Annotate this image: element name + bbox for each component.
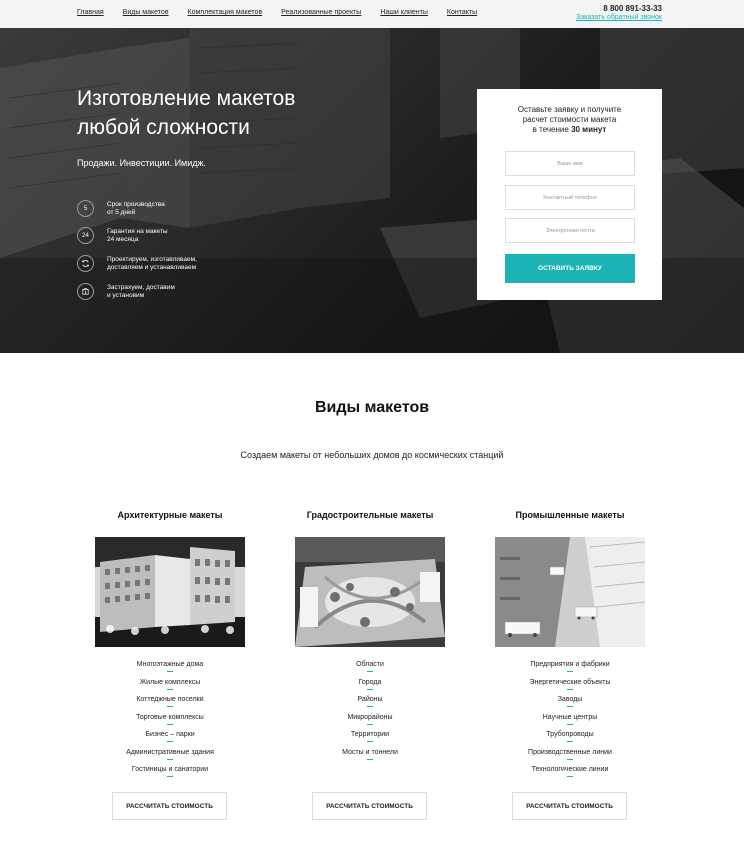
feature-text: Гарантия на макеты <box>107 227 168 235</box>
feature-text: Застрахуем, доставим <box>107 283 175 291</box>
hero-title-line2: любой сложности <box>77 116 250 139</box>
category-title: Промышленные макеты <box>515 510 625 520</box>
list-item[interactable]: Города <box>295 679 445 697</box>
form-title-line: Оставьте заявку и получите <box>517 105 622 114</box>
feature-text: и установим <box>107 291 145 299</box>
package-icon <box>77 283 94 300</box>
hero-title-line1: Изготовление макетов <box>77 87 296 110</box>
nav-link-types[interactable]: Виды макетов <box>123 9 169 16</box>
calculate-price-button[interactable]: РАССЧИТАТЬ СТОИМОСТЬ <box>512 792 627 820</box>
nav-link-contacts[interactable]: Контакты <box>447 9 477 16</box>
section-title: Виды макетов <box>314 399 430 416</box>
phone-number[interactable]: 8 800 891-33-33 <box>576 4 662 13</box>
top-bar: Главная Виды макетов Комплектация макето… <box>0 0 744 28</box>
list-item[interactable]: Гостиницы и санатории <box>95 766 245 784</box>
feature-text: доставляем и устанавливаем <box>107 263 197 271</box>
list-item[interactable]: Энергетические объекты <box>495 679 645 697</box>
lead-form: Оставьте заявку и получите расчет стоимо… <box>477 89 662 300</box>
months-badge: 24 <box>77 227 94 244</box>
list-item[interactable]: Технологические линии <box>495 766 645 784</box>
main-nav: Главная Виды макетов Комплектация макето… <box>77 9 496 16</box>
list-item[interactable]: Трубопроводы <box>495 731 645 749</box>
list-item[interactable]: Области <box>295 661 445 679</box>
list-item[interactable]: Микрорайоны <box>295 714 445 732</box>
name-input[interactable]: Ваше имя <box>505 151 635 176</box>
feature-text: от 5 дней <box>107 208 136 216</box>
section-subtitle: Создаем макеты от небольших домов до кос… <box>240 450 504 460</box>
urban-list: Области Города Районы Микрорайоны Террит… <box>295 661 445 766</box>
form-title: Оставьте заявку и получите расчет стоимо… <box>477 105 662 135</box>
list-item[interactable]: Мосты и тоннели <box>295 749 445 767</box>
list-item[interactable]: Жилые комплексы <box>95 679 245 697</box>
form-title-line: в течение <box>532 125 572 134</box>
list-item[interactable]: Производственные линии <box>495 749 645 767</box>
callback-link[interactable]: Заказать обратный звонок <box>576 14 662 21</box>
category-title: Градостроительные макеты <box>306 510 434 520</box>
form-title-highlight: 30 минут <box>571 125 607 134</box>
submit-button[interactable]: ОСТАВИТЬ ЗАЯВКУ <box>505 254 635 283</box>
list-item[interactable]: Административные здания <box>95 749 245 767</box>
refresh-icon <box>77 255 94 272</box>
nav-link-clients[interactable]: Наши клиенты <box>380 9 428 16</box>
category-architectural: Архитектурные макеты Многоэтажные дома Ж <box>95 510 245 820</box>
urban-model-image <box>295 537 445 647</box>
header-contact: 8 800 891-33-33 Заказать обратный звонок <box>576 4 662 21</box>
feature-text: Срок производства <box>107 200 165 208</box>
list-item[interactable]: Бизнес – парки <box>95 731 245 749</box>
feature-warranty: 24 Гарантия на макеты 24 месяца <box>77 227 227 244</box>
email-input[interactable]: Электронная почта <box>505 218 635 243</box>
list-item[interactable]: Территории <box>295 731 445 749</box>
form-title-line: расчет стоимости макета <box>522 115 617 124</box>
list-item[interactable]: Многоэтажные дома <box>95 661 245 679</box>
days-badge: 5 <box>77 200 94 217</box>
architectural-list: Многоэтажные дома Жилые комплексы Коттед… <box>95 661 245 784</box>
feature-full-cycle: Проектируем, изготавливаем, доставляем и… <box>77 255 227 272</box>
nav-link-home[interactable]: Главная <box>77 9 104 16</box>
hero-tagline: Продажи. Инвестиции. Имидж. <box>77 158 207 168</box>
feature-insurance: Застрахуем, доставим и установим <box>77 283 227 300</box>
nav-link-equipment[interactable]: Комплектация макетов <box>188 9 263 16</box>
list-item[interactable]: Научные центры <box>495 714 645 732</box>
list-item[interactable]: Торговые комплексы <box>95 714 245 732</box>
calculate-price-button[interactable]: РАССЧИТАТЬ СТОИМОСТЬ <box>312 792 427 820</box>
calculate-price-button[interactable]: РАССЧИТАТЬ СТОИМОСТЬ <box>112 792 227 820</box>
industrial-model-image <box>495 537 645 647</box>
list-item[interactable]: Коттеджные поселки <box>95 696 245 714</box>
list-item[interactable]: Предприятия и фабрики <box>495 661 645 679</box>
category-industrial: Промышленные макеты Предприятия и фабрик… <box>495 510 645 820</box>
category-title: Архитектурные макеты <box>117 510 223 520</box>
feature-text: Проектируем, изготавливаем, <box>107 255 197 263</box>
feature-production-time: 5 Срок производства от 5 дней <box>77 200 227 217</box>
phone-input[interactable]: Контактный телефон <box>505 185 635 210</box>
hero-title: Изготовление макетов любой сложности <box>77 84 377 142</box>
architectural-model-image <box>95 537 245 647</box>
nav-link-projects[interactable]: Реализованные проекты <box>281 9 361 16</box>
feature-text: 24 месяца <box>107 235 139 243</box>
category-urban: Градостроительные макеты Области Города … <box>295 510 445 820</box>
list-item[interactable]: Заводы <box>495 696 645 714</box>
list-item[interactable]: Районы <box>295 696 445 714</box>
industrial-list: Предприятия и фабрики Энергетические объ… <box>495 661 645 784</box>
